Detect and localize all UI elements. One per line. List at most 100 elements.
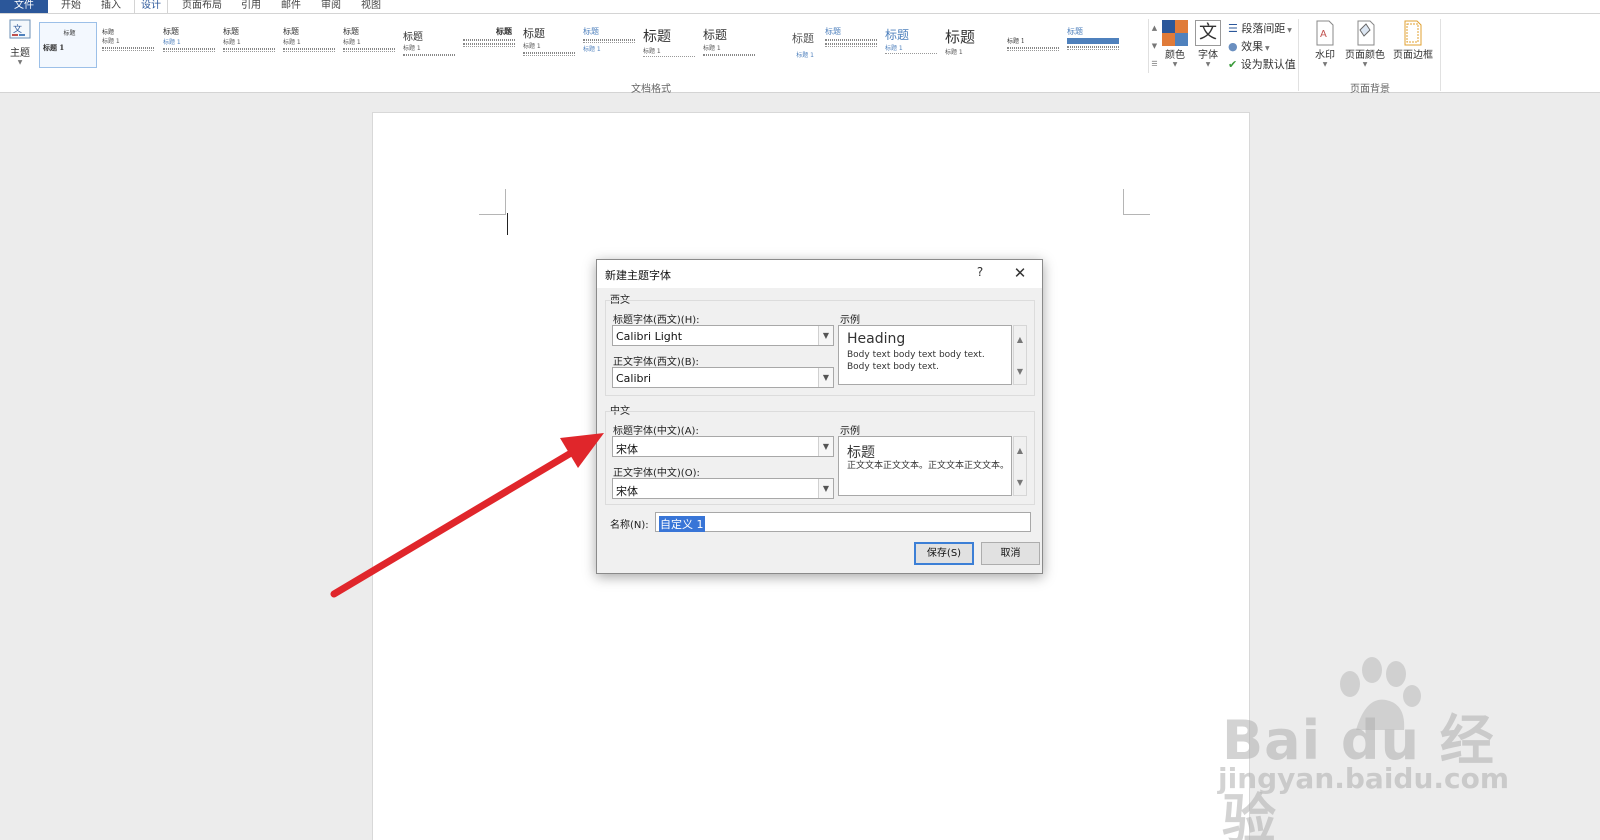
chinese-body-font-select[interactable]: 宋体 ▼ [612, 478, 834, 499]
scroll-down-icon[interactable]: ▼ [1014, 362, 1026, 382]
style-set-item[interactable]: 标题 标题 1 [39, 22, 97, 68]
close-icon[interactable]: ✕ [1009, 263, 1031, 283]
scroll-up-icon[interactable]: ▲ [1014, 441, 1026, 461]
page-borders-icon [1404, 20, 1422, 46]
gallery-up-icon[interactable]: ▲ [1149, 19, 1160, 37]
western-sample-heading: Heading [847, 331, 906, 347]
style-set-item[interactable]: 标题 标题 1 [400, 22, 458, 68]
group-label-page-background: 页面背景 [1350, 84, 1390, 95]
chinese-sample-body: 正文文本正文文本。正文文本正文文本。 [847, 461, 1010, 471]
tab-insert[interactable]: 插入 [96, 0, 126, 13]
style-set-item[interactable]: 标题 [460, 22, 518, 68]
scroll-up-icon[interactable]: ▲ [1014, 330, 1026, 350]
style-set-item[interactable]: 标题 标题 1 [280, 22, 338, 68]
themes-label: 主题 [10, 48, 30, 59]
dialog-title: 新建主题字体 [605, 269, 671, 282]
corner-mark [1123, 214, 1150, 215]
style-set-item[interactable]: 标题 [1064, 22, 1122, 68]
themes-icon: 文 [9, 19, 31, 39]
page-borders-label: 页面边框 [1393, 50, 1433, 61]
chevron-down-icon[interactable]: ▼ [818, 437, 833, 456]
gallery-scroll[interactable]: ▲ ▼ ☰ [1148, 19, 1160, 73]
page-color-caret-icon: ▼ [1362, 61, 1368, 68]
fonts-button[interactable]: 文 字体 ▼ [1193, 20, 1223, 68]
watermark-caret-icon: ▼ [1322, 61, 1328, 68]
watermark-button[interactable]: A 水印 ▼ [1310, 20, 1340, 68]
page-color-label: 页面颜色 [1345, 50, 1385, 61]
chinese-heading-font-select[interactable]: 宋体 ▼ [612, 436, 834, 457]
chevron-down-icon[interactable]: ▼ [818, 326, 833, 345]
page-color-button[interactable]: 页面颜色 ▼ [1342, 20, 1388, 68]
chevron-down-icon[interactable]: ▼ [818, 479, 833, 498]
style-set-item[interactable]: 标题 [822, 22, 880, 68]
effects-icon: ● [1228, 40, 1238, 53]
gallery-more-icon[interactable]: ☰ [1149, 55, 1160, 73]
svg-text:A: A [1320, 29, 1327, 40]
western-heading-font-select[interactable]: Calibri Light ▼ [612, 325, 834, 346]
western-sample-label: 示例 [840, 315, 860, 326]
corner-mark [479, 214, 506, 215]
ribbon: 文 主题 ▼ 标题 标题 1 标题 标题 1 标题 标题 1 标题 标题 1 标… [0, 13, 1600, 95]
group-label-doc-format: 文档格式 [631, 84, 671, 95]
fonts-caret-icon: ▼ [1205, 61, 1211, 68]
paragraph-spacing-icon: ☰ [1228, 22, 1238, 35]
page-borders-button[interactable]: 页面边框 [1390, 20, 1436, 61]
page-color-icon [1357, 20, 1375, 46]
themes-caret-icon: ▼ [17, 59, 23, 66]
gallery-down-icon[interactable]: ▼ [1149, 37, 1160, 55]
style-set-item[interactable]: 标题 标题 1 [700, 22, 758, 68]
set-as-default-button[interactable]: ✔ 设为默认值 [1228, 56, 1296, 72]
western-preview-scrollbar[interactable]: ▲ ▼ [1013, 325, 1027, 385]
style-set-item[interactable]: 标题 标题 1 [762, 22, 820, 68]
colors-caret-icon: ▼ [1172, 61, 1178, 68]
tab-view[interactable]: 视图 [356, 0, 386, 13]
western-body-font-label: 正文字体(西文)(B): [613, 357, 699, 368]
chinese-body-font-label: 正文字体(中文)(O): [613, 468, 700, 479]
dialog-titlebar[interactable]: 新建主题字体 ? ✕ [597, 260, 1042, 288]
style-set-item[interactable]: 标题 标题 1 [520, 22, 578, 68]
watermark-label: 水印 [1315, 50, 1335, 61]
colors-button[interactable]: 颜色 ▼ [1160, 20, 1190, 68]
name-label: 名称(N): [610, 520, 649, 531]
style-set-item[interactable]: 标题 标题 1 [942, 22, 1000, 68]
text-cursor [507, 213, 508, 235]
western-sample-preview: Heading Body text body text body text. B… [838, 325, 1012, 385]
theme-name-input[interactable]: 自定义 1 [655, 512, 1031, 532]
style-set-gallery: 标题 标题 1 标题 标题 1 标题 标题 1 标题 标题 1 标题 标题 1 … [38, 19, 1158, 77]
style-set-item[interactable]: 标题 标题 1 [882, 22, 940, 68]
chinese-preview-scrollbar[interactable]: ▲ ▼ [1013, 436, 1027, 496]
tab-references[interactable]: 引用 [236, 0, 266, 13]
style-set-item[interactable]: 标题 标题 1 [99, 22, 157, 68]
watermark-url: jingyan.baidu.com [1218, 762, 1510, 795]
save-button[interactable]: 保存(S) [914, 542, 974, 565]
scroll-down-icon[interactable]: ▼ [1014, 473, 1026, 493]
watermark-icon: A [1316, 20, 1334, 46]
baidu-jingyan-watermark: Bai du 经验 jingyan.baidu.com [1218, 656, 1518, 840]
help-icon[interactable]: ? [971, 265, 989, 283]
tab-home[interactable]: 开始 [56, 0, 86, 13]
paragraph-spacing-button[interactable]: ☰ 段落间距 ▼ [1228, 20, 1292, 36]
style-set-item[interactable]: 标题 标题 1 [340, 22, 398, 68]
tab-layout[interactable]: 页面布局 [178, 0, 226, 13]
style-set-item[interactable]: 标题 标题 1 [160, 22, 218, 68]
check-icon: ✔ [1228, 58, 1238, 71]
style-set-item[interactable]: 标题 1 [1004, 22, 1062, 68]
tab-file[interactable]: 文件 [0, 0, 48, 13]
tab-review[interactable]: 审阅 [316, 0, 346, 13]
style-set-item[interactable]: 标题 标题 1 [640, 22, 698, 68]
corner-mark [505, 189, 506, 215]
western-heading-font-label: 标题字体(西文)(H): [613, 315, 700, 326]
style-set-item[interactable]: 标题 标题 1 [580, 22, 638, 68]
fonts-icon: 文 [1195, 20, 1221, 46]
chevron-down-icon[interactable]: ▼ [818, 368, 833, 387]
themes-button[interactable]: 文 主题 ▼ [4, 18, 36, 66]
effects-button[interactable]: ● 效果 ▼ [1228, 38, 1270, 54]
chinese-sample-preview: 标题 正文文本正文文本。正文文本正文文本。 [838, 436, 1012, 496]
cancel-button[interactable]: 取消 [981, 542, 1040, 565]
style-set-item[interactable]: 标题 标题 1 [220, 22, 278, 68]
western-body-font-select[interactable]: Calibri ▼ [612, 367, 834, 388]
tab-mailings[interactable]: 邮件 [276, 0, 306, 13]
chinese-sample-heading: 标题 [847, 445, 875, 461]
chinese-sample-label: 示例 [840, 426, 860, 437]
tab-design[interactable]: 设计 [134, 0, 168, 13]
